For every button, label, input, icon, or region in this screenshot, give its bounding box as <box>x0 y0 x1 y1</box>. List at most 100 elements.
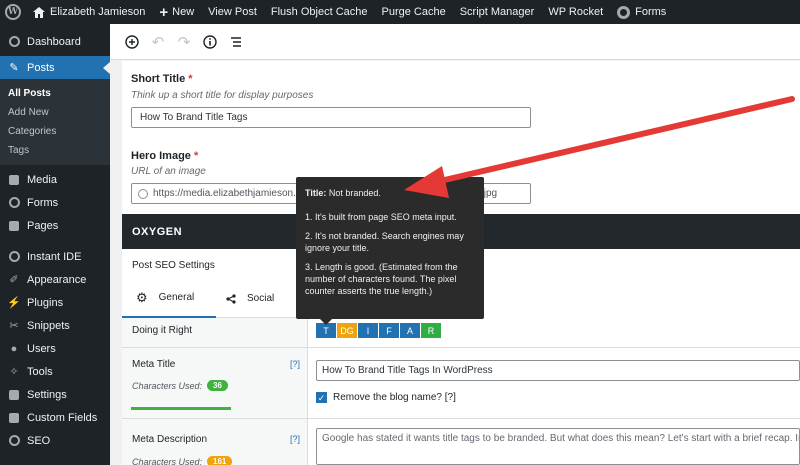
indexing-badge[interactable]: I <box>358 323 378 338</box>
archiving-badge[interactable]: A <box>400 323 420 338</box>
sidebar-item-label: Forms <box>27 196 59 209</box>
title-badge[interactable]: T <box>316 323 336 338</box>
sidebar-item-label: SEO <box>27 434 51 447</box>
sidebar-item-posts[interactable]: ✎ Posts <box>0 56 110 79</box>
meta-title-characters-used: Characters Used: 36 <box>132 380 228 391</box>
add-block-icon[interactable] <box>120 30 144 54</box>
meta-description-help[interactable]: [?] <box>290 434 300 444</box>
plugin-icon: ⚡ <box>7 297 21 309</box>
undo-icon[interactable]: ↶ <box>146 30 170 54</box>
sidebar-item-settings[interactable]: Settings <box>0 383 110 406</box>
wrench-icon: ✧ <box>9 366 19 378</box>
admin-bar: W Elizabeth Jamieson + New View Post Flu… <box>0 0 800 24</box>
users-icon: ● <box>10 342 18 355</box>
hero-image-label: Hero Image * <box>131 150 199 162</box>
meta-title-count: 36 <box>207 380 228 391</box>
sidebar-item-media[interactable]: Media <box>0 168 110 191</box>
redirect-badge[interactable]: R <box>421 323 441 338</box>
sidebar-item-label: Appearance <box>27 273 87 286</box>
site-name: Elizabeth Jamieson <box>50 6 146 18</box>
pages-icon <box>8 220 20 232</box>
meta-title-label: Meta Title <box>132 359 176 370</box>
sidebar-item-seo[interactable]: SEO <box>0 429 110 452</box>
list-view-icon[interactable] <box>224 30 248 54</box>
wp-rocket-link[interactable]: WP Rocket <box>541 0 610 24</box>
submenu-add-new[interactable]: Add New <box>0 103 110 122</box>
submenu-categories[interactable]: Categories <box>0 122 110 141</box>
remove-blog-name-option[interactable]: ✓ Remove the blog name? [?] <box>316 392 456 403</box>
purge-cache-link[interactable]: Purge Cache <box>375 0 453 24</box>
site-name-link[interactable]: Elizabeth Jamieson <box>26 0 152 24</box>
description-badge[interactable]: DG <box>337 323 357 338</box>
checkbox-checked-icon[interactable]: ✓ <box>316 392 327 403</box>
tooltip-list: 1. It's built from page SEO meta input. … <box>305 211 475 297</box>
sidebar-item-plugins[interactable]: ⚡ Plugins <box>0 291 110 314</box>
meta-title-input[interactable]: How To Brand Title Tags In WordPress <box>316 360 800 381</box>
admin-sidebar: Dashboard ✎ Posts All Posts Add New Cate… <box>0 24 110 465</box>
snippets-icon: ✂ <box>9 320 19 332</box>
home-icon <box>33 6 45 18</box>
wordpress-logo-icon[interactable]: W <box>0 0 26 24</box>
script-manager-link[interactable]: Script Manager <box>453 0 542 24</box>
media-icon <box>8 174 20 186</box>
tab-social[interactable]: Social <box>226 279 274 318</box>
meta-description-label: Meta Description <box>132 434 208 445</box>
hero-image-url: https://media.elizabethjamieson.com <box>153 188 315 199</box>
post-seo-settings-title: Post SEO Settings <box>132 260 215 271</box>
row-divider <box>122 347 800 348</box>
short-title-input[interactable]: How To Brand Title Tags <box>131 107 531 128</box>
sidebar-item-forms[interactable]: Forms <box>0 191 110 214</box>
meta-description-count: 161 <box>207 456 233 465</box>
short-title-description: Think up a short title for display purpo… <box>131 90 314 101</box>
following-badge[interactable]: F <box>379 323 399 338</box>
sidebar-item-label: Media <box>27 173 57 186</box>
plus-icon: + <box>159 3 169 21</box>
flush-cache-link[interactable]: Flush Object Cache <box>264 0 375 24</box>
short-title-label: Short Title * <box>131 73 193 85</box>
info-icon[interactable] <box>198 30 222 54</box>
sidebar-item-users[interactable]: ● Users <box>0 337 110 360</box>
meta-title-length-bar <box>131 407 231 410</box>
posts-submenu: All Posts Add New Categories Tags <box>0 79 110 165</box>
row-divider <box>122 418 800 419</box>
meta-title-help[interactable]: [?] <box>290 359 300 369</box>
new-label: New <box>172 6 195 18</box>
sidebar-item-label: Pages <box>27 219 59 232</box>
hero-image-description: URL of an image <box>131 166 206 177</box>
sidebar-item-pages[interactable]: Pages <box>0 214 110 237</box>
sidebar-item-appearance[interactable]: ✐ Appearance <box>0 268 110 291</box>
redo-icon[interactable]: ↷ <box>172 30 196 54</box>
sidebar-item-tools[interactable]: ✧ Tools <box>0 360 110 383</box>
submenu-all-posts[interactable]: All Posts <box>0 84 110 103</box>
globe-icon <box>138 188 148 199</box>
view-post-link[interactable]: View Post <box>201 0 264 24</box>
sidebar-item-label: Tools <box>27 365 53 378</box>
dashboard-icon <box>8 36 20 48</box>
seo-status-badges: T DG I F A R <box>316 323 442 338</box>
gear-icon: ⚙ <box>136 289 148 305</box>
sidebar-item-snippets[interactable]: ✂ Snippets <box>0 314 110 337</box>
custom-fields-icon <box>8 412 20 424</box>
submenu-tags[interactable]: Tags <box>0 141 110 160</box>
forms-icon <box>617 5 631 19</box>
sidebar-item-label: Settings <box>27 388 67 401</box>
sidebar-item-label: Instant IDE <box>27 250 82 263</box>
editor-toolbar: ↶ ↷ <box>110 24 800 60</box>
tooltip-item: 1. It's built from page SEO meta input. <box>305 212 457 222</box>
forms-label: Forms <box>635 6 667 18</box>
seo-tabs: ⚙ General Social <box>122 279 312 318</box>
forms-link[interactable]: Forms <box>610 0 673 24</box>
sidebar-item-dashboard[interactable]: Dashboard <box>0 30 110 53</box>
seo-icon <box>8 435 20 447</box>
sidebar-item-label: Plugins <box>27 296 64 309</box>
meta-description-characters-used: Characters Used: 161 <box>132 456 233 465</box>
meta-description-textarea[interactable]: Google has stated it wants title tags to… <box>316 428 800 465</box>
sidebar-item-custom-fields[interactable]: Custom Fields <box>0 406 110 429</box>
new-content-button[interactable]: + New <box>152 0 201 24</box>
share-icon <box>226 293 236 304</box>
tooltip-item: 3. Length is good. (Estimated from the n… <box>305 262 458 296</box>
tab-general[interactable]: ⚙ General <box>122 279 216 318</box>
tooltip-heading: Title: Not branded. <box>305 188 381 198</box>
sidebar-item-label: Snippets <box>27 319 70 332</box>
sidebar-item-instant-ide[interactable]: Instant IDE <box>0 245 110 268</box>
